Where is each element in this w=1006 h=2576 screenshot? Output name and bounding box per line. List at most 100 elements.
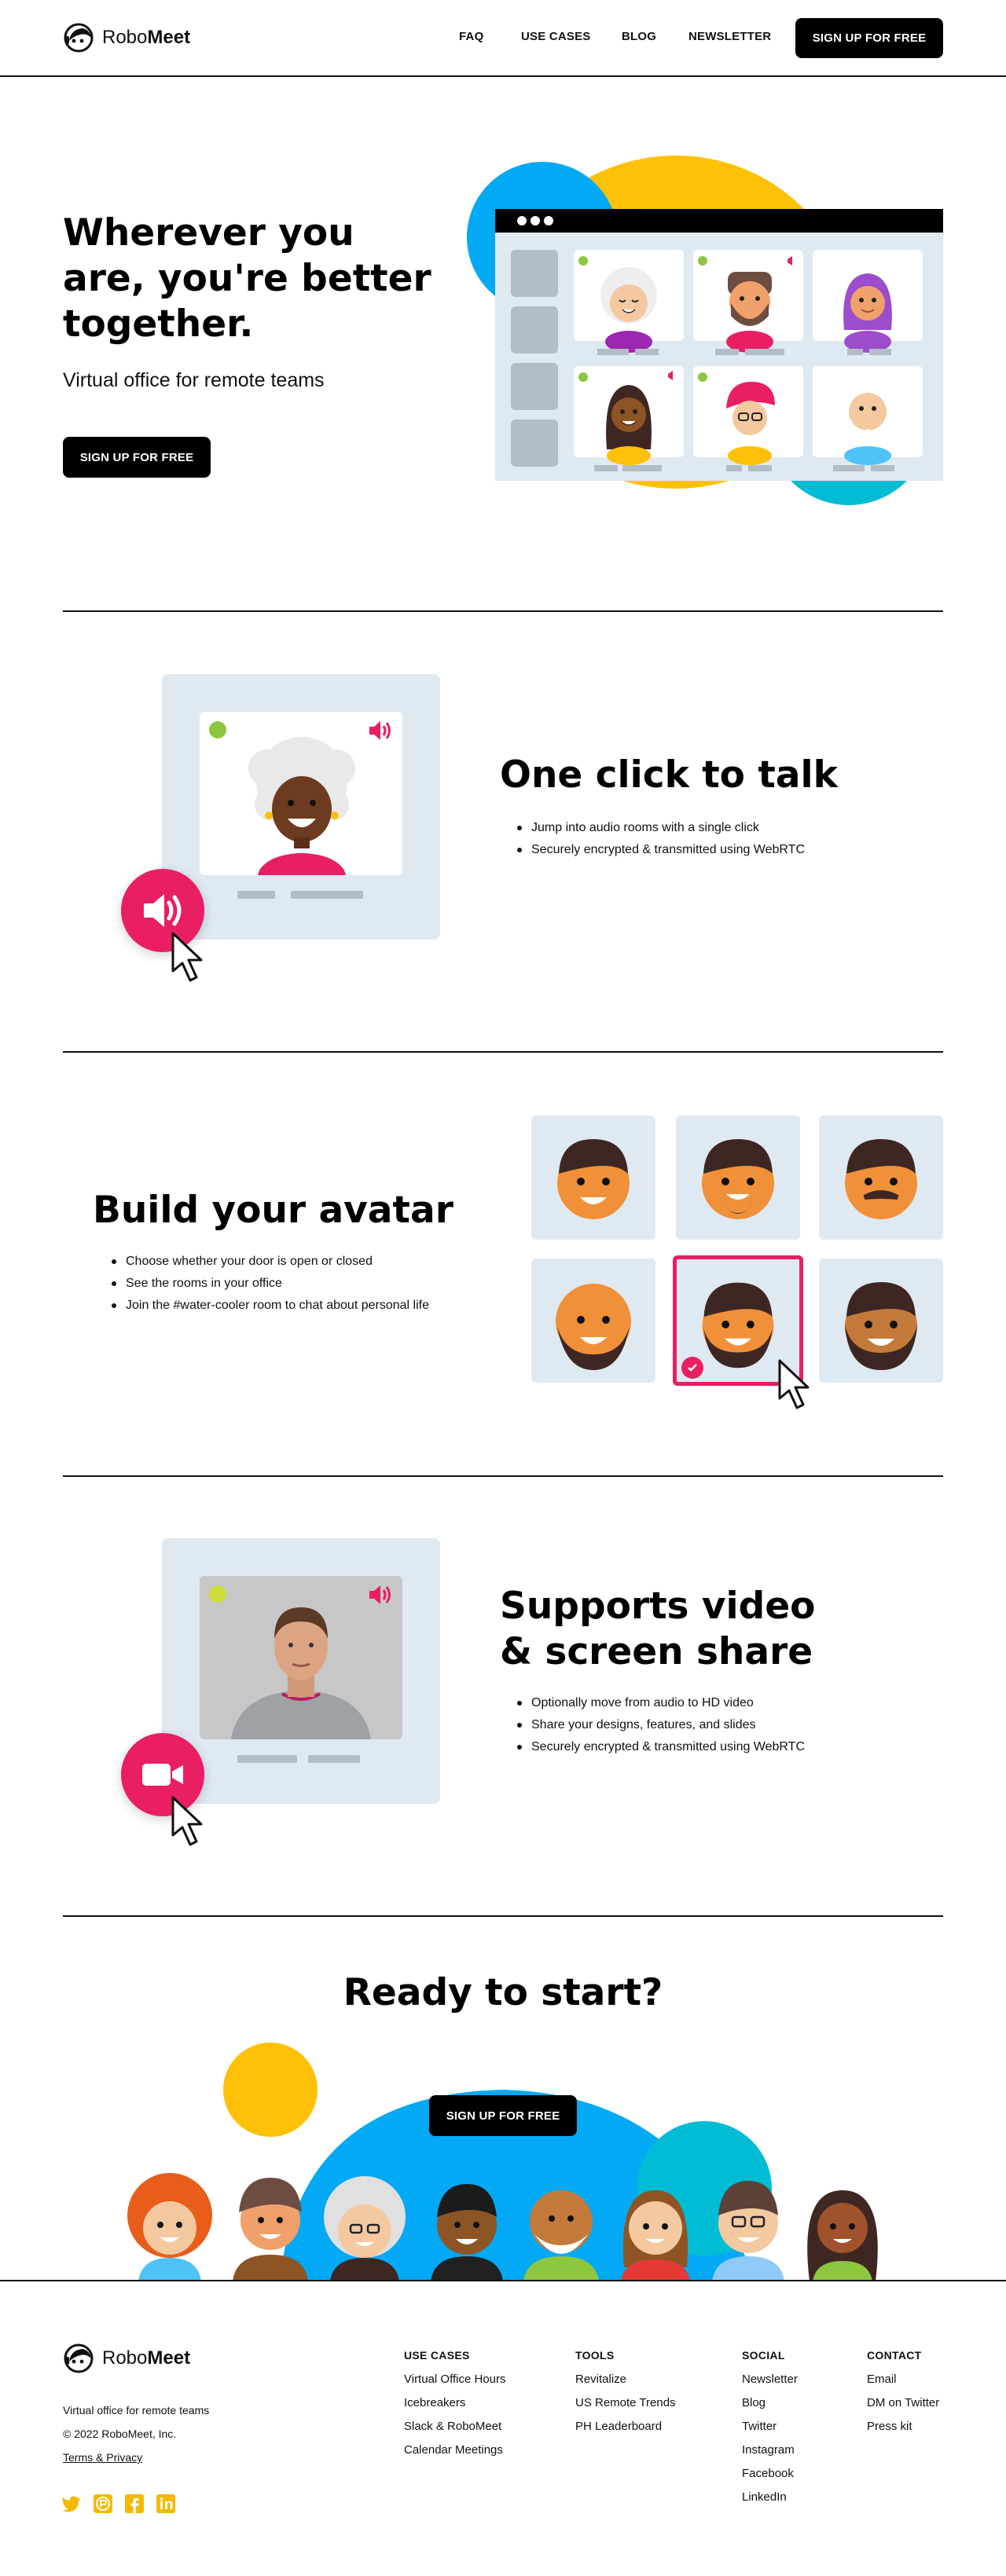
team-illustration xyxy=(127,2043,878,2281)
feature-bullet: See the rooms in your office xyxy=(108,1273,429,1295)
footer-divider xyxy=(0,2280,1006,2281)
footer-col-title-tools: TOOLS xyxy=(575,2349,615,2362)
feature-title: Supports video & screen share xyxy=(500,1585,816,1673)
footer-brand-logo[interactable]: RoboMeet xyxy=(63,2343,190,2374)
status-bar-placeholder xyxy=(308,1755,360,1763)
avatar-card-1 xyxy=(574,250,684,355)
section-divider xyxy=(63,610,943,612)
hero-title: Wherever you are, you're better together… xyxy=(63,211,431,346)
avatar-face xyxy=(556,1284,631,1370)
brand-name: RoboMeet xyxy=(102,2347,191,2369)
status-bar-placeholder xyxy=(291,891,363,899)
footer-tagline: Virtual office for remote teams xyxy=(63,2404,210,2417)
footer-link[interactable]: Instagram xyxy=(742,2443,795,2457)
footer-link[interactable]: Revitalize xyxy=(575,2373,626,2386)
video-feed-card xyxy=(200,1576,402,1739)
avatar-card-3 xyxy=(813,250,923,355)
footer-col-title-social: SOCIAL xyxy=(742,2349,785,2362)
brand-name: RoboMeet xyxy=(102,27,191,48)
feature-bullet: Choose whether your door is open or clos… xyxy=(108,1251,429,1273)
yellow-circle-shape xyxy=(223,2043,318,2137)
team-member-8 xyxy=(807,2190,878,2281)
window-titlebar xyxy=(495,209,943,233)
hero-subtitle: Virtual office for remote teams xyxy=(63,369,325,391)
feature-bullet: Join the #water-cooler room to chat abou… xyxy=(108,1295,429,1317)
avatar-face xyxy=(702,1139,774,1219)
avatar-face xyxy=(845,1282,917,1370)
footer-link[interactable]: Calendar Meetings xyxy=(404,2443,503,2457)
avatar-elderly-woman xyxy=(248,737,355,875)
brand-logo[interactable]: RoboMeet xyxy=(63,22,190,53)
name-bar-placeholder xyxy=(237,891,275,899)
footer-link[interactable]: Virtual Office Hours xyxy=(404,2373,506,2386)
nav-faq[interactable]: FAQ xyxy=(459,30,483,43)
online-status-dot xyxy=(209,721,226,738)
linkedin-icon[interactable] xyxy=(156,2494,176,2514)
terms-privacy-link[interactable]: Terms & Privacy xyxy=(63,2451,142,2464)
footer-link[interactable]: Twitter xyxy=(742,2420,777,2433)
avatar-card-2 xyxy=(693,250,803,355)
footer-link[interactable]: DM on Twitter xyxy=(867,2396,939,2409)
footer-link[interactable]: Slack & RoboMeet xyxy=(404,2420,501,2433)
feature-bullet-list: Jump into audio rooms with a single clic… xyxy=(514,817,805,861)
nav-newsletter[interactable]: NEWSLETTER xyxy=(688,30,771,43)
avatar-option[interactable] xyxy=(676,1116,800,1240)
avatar-face xyxy=(557,1139,630,1219)
footer-link[interactable]: US Remote Trends xyxy=(575,2396,676,2409)
footer-col-title-use-cases: USE CASES xyxy=(404,2349,470,2362)
hero-signup-button[interactable]: SIGN UP FOR FREE xyxy=(63,437,211,478)
cta-title: Ready to start? xyxy=(343,1971,663,2014)
header-signup-button[interactable]: SIGN UP FOR FREE xyxy=(795,18,943,58)
feature-bullet-list: Optionally move from audio to HD video S… xyxy=(514,1692,805,1758)
footer-link[interactable]: Email xyxy=(867,2373,897,2386)
facebook-icon[interactable] xyxy=(124,2494,145,2514)
nav-use-cases[interactable]: USE CASES xyxy=(521,30,591,43)
footer-link[interactable]: LinkedIn xyxy=(742,2490,787,2504)
section-divider xyxy=(63,1475,943,1477)
mouse-pointer-icon xyxy=(778,1359,810,1409)
section-divider xyxy=(63,1915,943,1917)
team-member-1 xyxy=(127,2173,212,2281)
feature-bullet: Securely encrypted & transmitted using W… xyxy=(514,1736,805,1758)
team-member-2 xyxy=(233,2178,308,2281)
avatar-option[interactable] xyxy=(819,1116,943,1240)
avatar-face xyxy=(845,1139,917,1219)
footer-link[interactable]: Press kit xyxy=(867,2420,912,2433)
feature-title: One click to talk xyxy=(500,753,838,797)
nav-blog[interactable]: BLOG xyxy=(622,30,656,43)
robot-head-icon xyxy=(64,23,94,53)
footer-link[interactable]: Facebook xyxy=(742,2467,794,2480)
avatar-option[interactable] xyxy=(531,1259,655,1383)
mouse-pointer-icon xyxy=(171,932,203,982)
footer-copyright: © 2022 RoboMeet, Inc. xyxy=(63,2428,177,2440)
footer-link[interactable]: Newsletter xyxy=(742,2373,798,2386)
section-divider xyxy=(63,1051,943,1053)
speaker-icon xyxy=(369,1585,391,1604)
feature-bullet-list: Choose whether your door is open or clos… xyxy=(108,1251,429,1317)
producthunt-icon[interactable] xyxy=(93,2494,113,2514)
name-bar-placeholder xyxy=(237,1755,297,1763)
avatar-option[interactable] xyxy=(531,1116,655,1240)
feature-bullet: Securely encrypted & transmitted using W… xyxy=(514,839,805,861)
footer-link[interactable]: Icebreakers xyxy=(404,2396,465,2409)
avatar-card-4 xyxy=(574,366,684,471)
mouse-pointer-icon xyxy=(171,1796,203,1846)
avatar-card-5 xyxy=(693,366,803,471)
feature-bullet: Share your designs, features, and slides xyxy=(514,1714,805,1736)
checkmark-icon xyxy=(681,1357,703,1379)
feature-title: Build your avatar xyxy=(93,1189,453,1232)
speaker-icon xyxy=(144,894,182,927)
hero-office-illustration xyxy=(467,156,943,505)
feature-bullet: Jump into audio rooms with a single clic… xyxy=(514,817,805,839)
feature-bullet: Optionally move from audio to HD video xyxy=(514,1692,805,1714)
cta-signup-button[interactable]: SIGN UP FOR FREE xyxy=(429,2095,577,2136)
footer-link[interactable]: PH Leaderboard xyxy=(575,2420,662,2433)
site-header: RoboMeet FAQ USE CASES BLOG NEWSLETTER S… xyxy=(0,0,1006,77)
twitter-icon[interactable] xyxy=(61,2494,82,2514)
footer-col-title-contact: CONTACT xyxy=(867,2349,922,2362)
avatar-option[interactable] xyxy=(819,1259,943,1383)
robot-head-icon xyxy=(64,2343,94,2373)
video-camera-icon xyxy=(142,1764,183,1786)
footer-link[interactable]: Blog xyxy=(742,2396,766,2409)
audio-user-card xyxy=(200,712,402,875)
